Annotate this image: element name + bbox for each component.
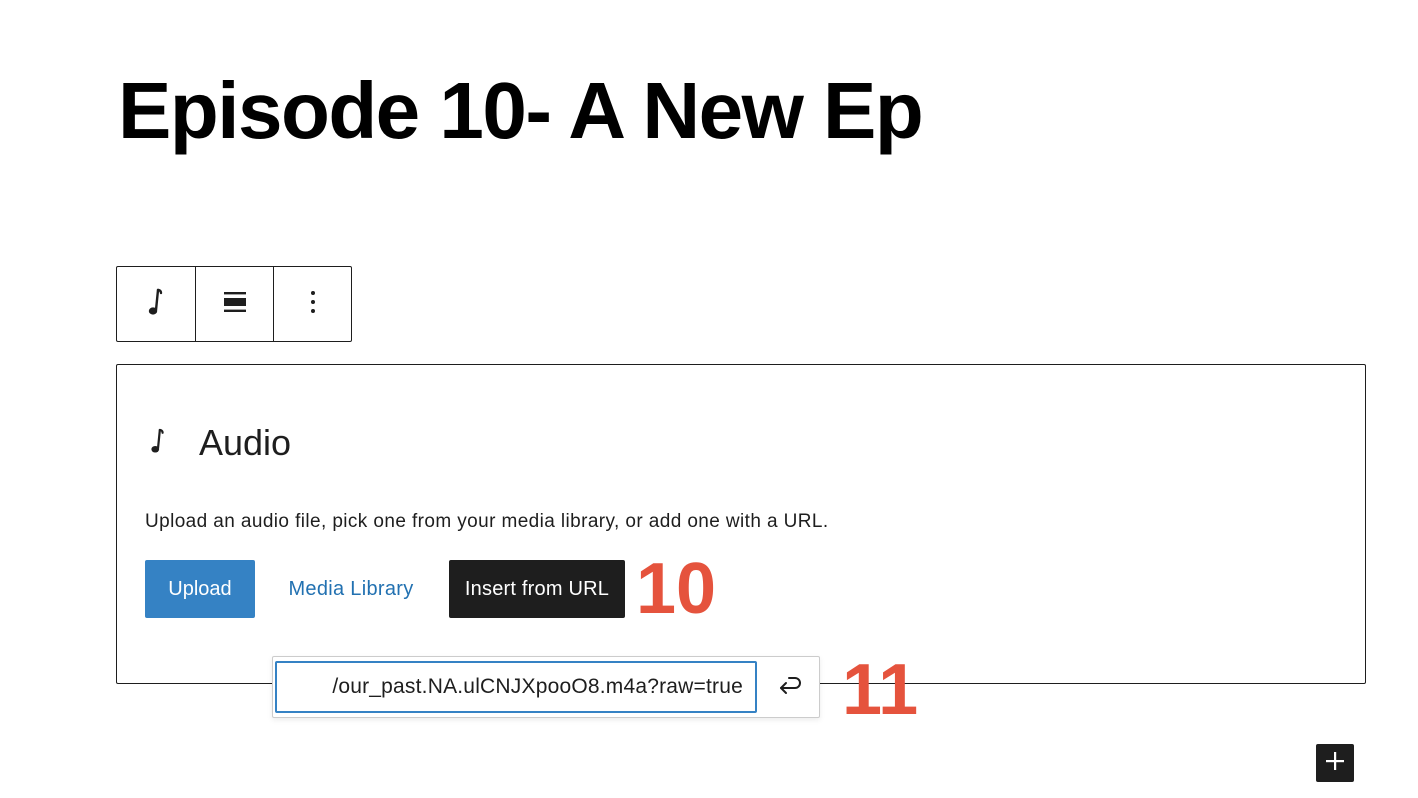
post-title[interactable]: Episode 10- A New Ep: [118, 66, 924, 156]
insert-from-url-button[interactable]: Insert from URL: [449, 560, 625, 618]
audio-icon: [147, 426, 169, 461]
placeholder-label: Audio: [147, 423, 291, 463]
block-inserter-button[interactable]: [1316, 744, 1354, 782]
media-library-button[interactable]: Media Library: [275, 560, 427, 618]
placeholder-instructions: Upload an audio file, pick one from your…: [145, 511, 829, 532]
audio-block-placeholder: Audio Upload an audio file, pick one fro…: [116, 364, 1366, 684]
align-icon: [222, 289, 248, 320]
annotation-step-11: 11: [842, 650, 919, 730]
url-input[interactable]: [275, 661, 757, 713]
upload-button[interactable]: Upload: [145, 560, 255, 618]
annotation-step-10: 10: [636, 549, 717, 629]
plus-icon: [1324, 750, 1346, 777]
block-type-audio-button[interactable]: [117, 267, 195, 341]
apply-url-button[interactable]: [767, 667, 811, 707]
more-options-icon: [309, 289, 317, 320]
align-button[interactable]: [195, 267, 273, 341]
enter-icon: [775, 672, 803, 703]
block-toolbar: [116, 266, 352, 342]
more-options-button[interactable]: [273, 267, 351, 341]
audio-icon: [144, 286, 168, 323]
url-popover: [272, 656, 820, 718]
placeholder-title: Audio: [199, 422, 292, 463]
